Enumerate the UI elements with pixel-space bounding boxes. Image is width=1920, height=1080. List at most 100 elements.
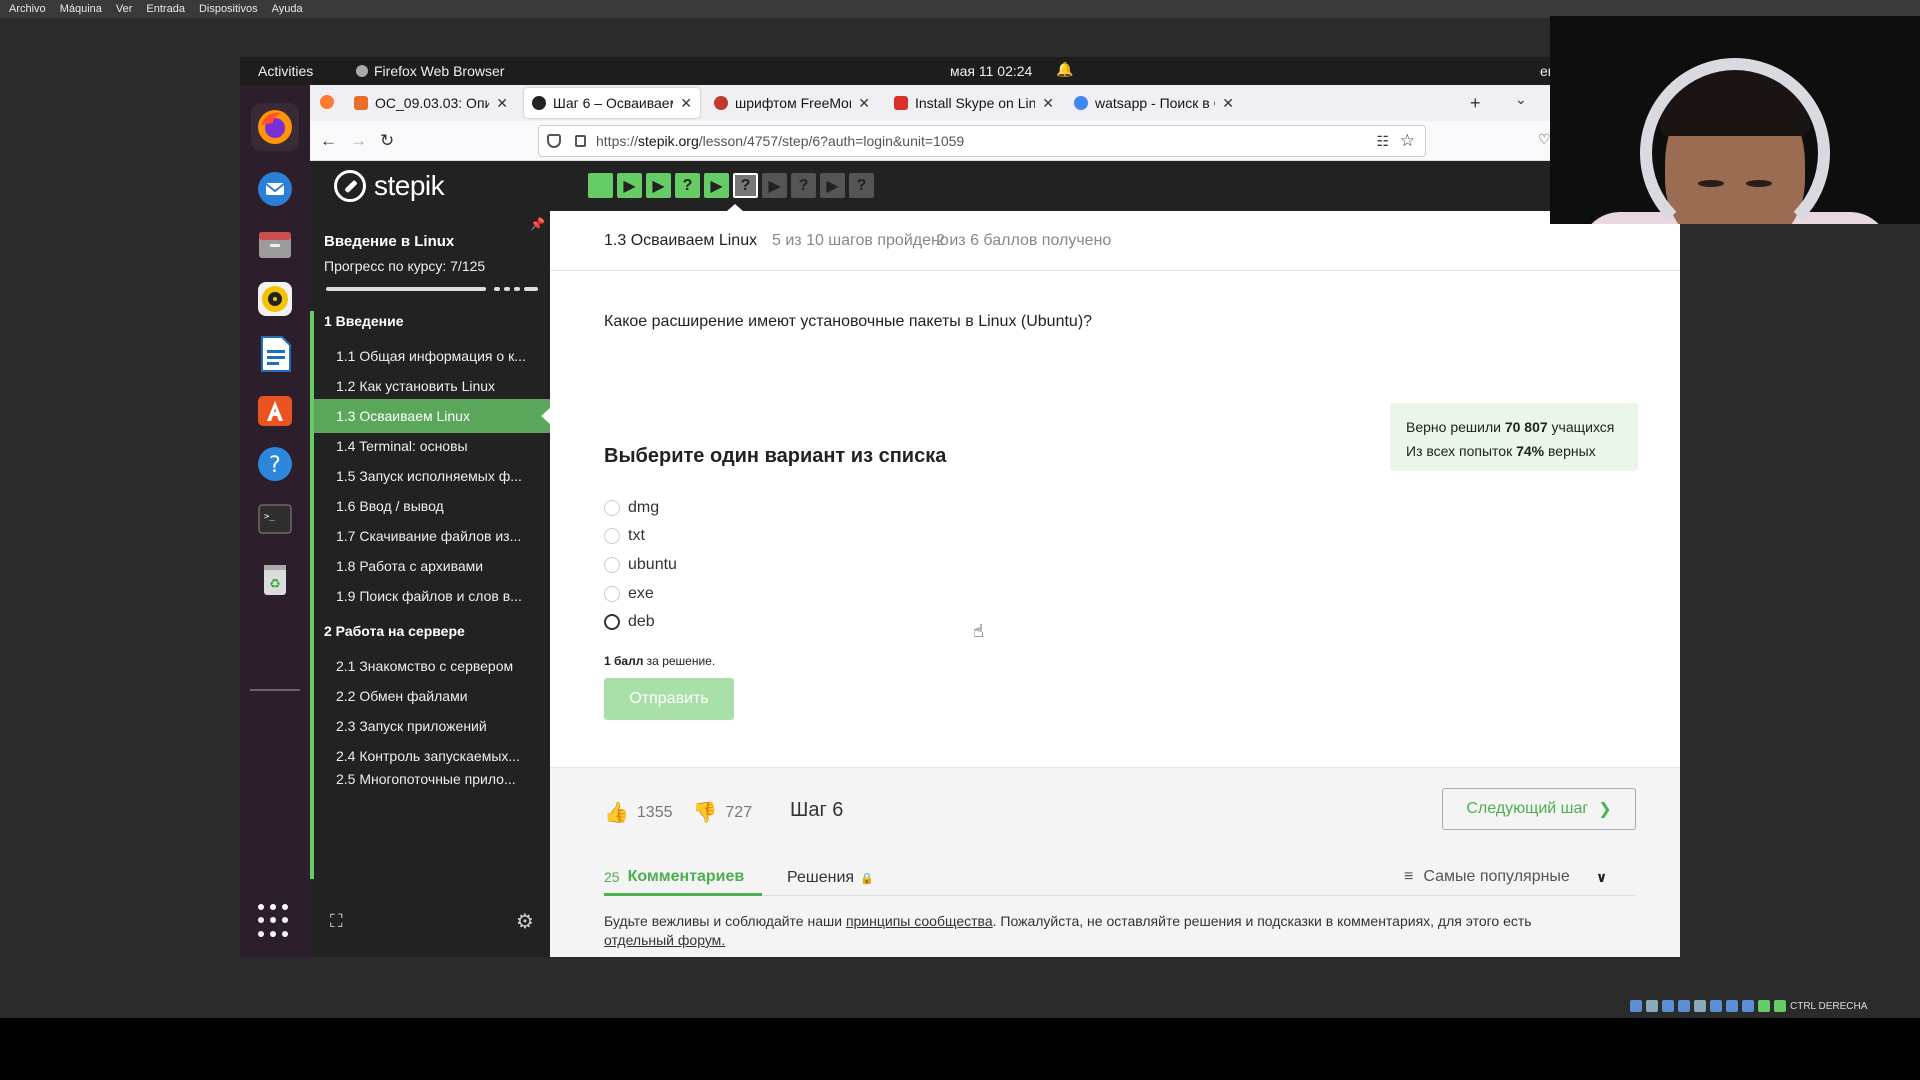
course-title[interactable]: Введение в Linux	[324, 233, 454, 250]
reload-icon[interactable]: ↻	[380, 131, 394, 151]
host-menu-ayuda[interactable]: Ayuda	[272, 3, 303, 15]
host-display-icon[interactable]	[1726, 1000, 1738, 1012]
lesson-item[interactable]: 2.2 Обмен файлами	[314, 679, 550, 713]
step-2[interactable]: ▶	[617, 173, 642, 198]
sort-dropdown[interactable]: ≡ Самые популярные ∨	[1404, 868, 1607, 886]
radio-button[interactable]	[604, 528, 620, 544]
option-txt[interactable]: txt	[604, 527, 645, 545]
pocket-icon[interactable]: ♡	[1538, 131, 1551, 148]
close-tab-icon[interactable]: ✕	[680, 95, 692, 112]
host-network-icon[interactable]	[1678, 1000, 1690, 1012]
submit-button[interactable]: Отправить	[604, 678, 734, 720]
step-7[interactable]: ▶	[762, 173, 787, 198]
tab-1[interactable]: Шаг 6 – Осваиваем Linu ✕	[524, 88, 700, 118]
step-9[interactable]: ▶	[820, 173, 845, 198]
close-tab-icon[interactable]: ✕	[1042, 95, 1054, 112]
activities-button[interactable]: Activities	[258, 63, 313, 79]
lesson-item[interactable]: 2.3 Запуск приложений	[314, 709, 550, 743]
lesson-item[interactable]: 2.1 Знакомство с сервером	[314, 649, 550, 683]
clock[interactable]: мая 11 02:24	[950, 63, 1032, 79]
lesson-item[interactable]: 1.5 Запуск исполняемых ф...	[314, 459, 550, 493]
host-optical-icon[interactable]	[1646, 1000, 1658, 1012]
new-tab-icon[interactable]: +	[1470, 93, 1481, 114]
lesson-item[interactable]: 1.2 Как установить Linux	[314, 369, 550, 403]
tab-solutions[interactable]: Решения 🔒	[787, 869, 874, 887]
step-1[interactable]	[588, 173, 613, 198]
option-ubuntu[interactable]: ubuntu	[604, 556, 677, 574]
lesson-item[interactable]: 2.5 Многопоточные прило...	[314, 769, 550, 789]
software-center-icon[interactable]	[251, 385, 299, 433]
option-exe[interactable]: exe	[604, 585, 654, 603]
lesson-item[interactable]: 1.9 Поиск файлов и слов в...	[314, 579, 550, 613]
thumbs-up-icon[interactable]: 👍	[604, 800, 629, 825]
tab-3[interactable]: Install Skype on Linux | S ✕	[886, 88, 1062, 118]
lesson-item[interactable]: 1.4 Terminal: основы	[314, 429, 550, 463]
url-text[interactable]: https://stepik.org/lesson/4757/step/6?au…	[596, 133, 964, 149]
host-audio-icon[interactable]	[1662, 1000, 1674, 1012]
forum-link[interactable]: отдельный форум.	[604, 932, 725, 948]
section-title[interactable]: 1 Введение	[324, 313, 404, 329]
terminal-icon[interactable]: >_	[251, 495, 299, 543]
option-dmg[interactable]: dmg	[604, 499, 659, 517]
radio-button[interactable]	[604, 614, 620, 630]
tab-2[interactable]: шрифтом FreeMono - C ✕	[706, 88, 878, 118]
host-menu-archivo[interactable]: Archivo	[9, 3, 46, 15]
step-6[interactable]: ?	[733, 173, 758, 198]
rhythmbox-icon[interactable]	[251, 275, 299, 323]
list-tabs-chevron-icon[interactable]: ⌄	[1515, 91, 1527, 108]
lesson-item[interactable]: 1.6 Ввод / вывод	[314, 489, 550, 523]
step-5[interactable]: ▶	[704, 173, 729, 198]
fullscreen-icon[interactable]: ⛶	[330, 911, 343, 932]
host-usb-icon[interactable]	[1694, 1000, 1706, 1012]
gear-icon[interactable]: ⚙	[516, 909, 534, 934]
firefox-icon[interactable]	[251, 103, 299, 151]
step-3[interactable]: ▶	[646, 173, 671, 198]
back-icon[interactable]: ←	[320, 131, 337, 151]
lesson-item[interactable]: 1.1 Общая информация о к...	[314, 339, 550, 373]
close-tab-icon[interactable]: ✕	[1222, 95, 1234, 112]
host-shared-folders-icon[interactable]	[1710, 1000, 1722, 1012]
show-apps-icon[interactable]	[258, 904, 292, 938]
radio-button[interactable]	[604, 557, 620, 573]
lesson-item-active[interactable]: 1.3 Осваиваем Linux	[314, 399, 550, 433]
help-icon[interactable]: ?	[251, 440, 299, 488]
close-tab-icon[interactable]: ✕	[858, 95, 870, 112]
lesson-item[interactable]: 1.8 Работа с архивами	[314, 549, 550, 583]
thunderbird-icon[interactable]	[251, 165, 299, 213]
close-tab-icon[interactable]: ✕	[496, 95, 508, 112]
section-title[interactable]: 2 Работа на сервере	[324, 623, 465, 639]
forward-icon[interactable]: →	[350, 131, 367, 151]
community-rules-link[interactable]: принципы сообщества	[846, 913, 993, 929]
tab-0[interactable]: ОС_09.03.03: Описание ✕	[346, 88, 516, 118]
lesson-item[interactable]: 2.4 Контроль запускаемых...	[314, 739, 550, 773]
pin-icon[interactable]: 📌	[530, 217, 545, 231]
bookmark-star-icon[interactable]: ☆	[1400, 131, 1415, 151]
step-10[interactable]: ?	[849, 173, 874, 198]
host-cpu-icon[interactable]	[1758, 1000, 1770, 1012]
tracking-shield-icon[interactable]	[547, 134, 561, 148]
tab-comments[interactable]: 25 Комментариев	[604, 860, 763, 896]
lesson-item[interactable]: 1.7 Скачивание файлов из...	[314, 519, 550, 553]
reader-view-icon[interactable]: ☷	[1376, 133, 1389, 150]
url-bar[interactable]: https://stepik.org/lesson/4757/step/6?au…	[538, 125, 1426, 157]
next-step-button[interactable]: Следующий шаг ❯	[1442, 788, 1636, 830]
libreoffice-writer-icon[interactable]	[251, 330, 299, 378]
step-8[interactable]: ?	[791, 173, 816, 198]
thumbs-down-icon[interactable]: 👎	[693, 800, 718, 825]
firefox-view-icon[interactable]	[320, 95, 334, 109]
host-disk-icon[interactable]	[1630, 1000, 1642, 1012]
lock-icon[interactable]	[575, 135, 586, 147]
host-recording-icon[interactable]	[1742, 1000, 1754, 1012]
step-4[interactable]: ?	[675, 173, 700, 198]
app-menu[interactable]: Firefox Web Browser	[356, 63, 504, 79]
tab-4[interactable]: watsapp - Поиск в Goog ✕	[1066, 88, 1242, 118]
option-deb[interactable]: deb	[604, 613, 655, 631]
trash-icon[interactable]: ♻	[251, 555, 299, 603]
host-menu-entrada[interactable]: Entrada	[146, 3, 185, 15]
host-menu-ver[interactable]: Ver	[116, 3, 133, 15]
host-menu-maquina[interactable]: Máquina	[60, 3, 102, 15]
host-menu-dispositivos[interactable]: Dispositivos	[199, 3, 258, 15]
stepik-logo[interactable]: stepik	[334, 170, 445, 202]
radio-button[interactable]	[604, 586, 620, 602]
radio-button[interactable]	[604, 500, 620, 516]
